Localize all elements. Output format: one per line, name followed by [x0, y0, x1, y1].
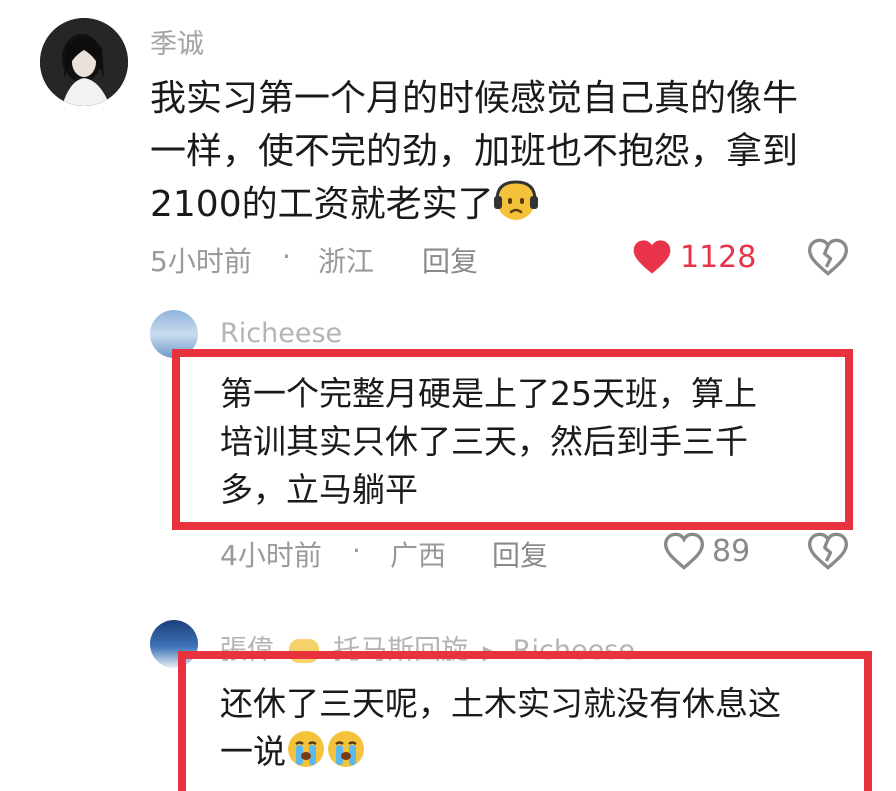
comment-line: 第一个完整月硬是上了25天班，算上 [220, 374, 757, 413]
comment-line-text: 一说 [220, 732, 286, 771]
comment-time: 4小时前 [220, 539, 322, 572]
loudly-crying-face-emoji-icon [286, 729, 326, 782]
sulking-face-emoji-icon [493, 178, 538, 237]
comment-body: 还休了三天呢，土木实习就没有休息这 一说 [220, 680, 781, 782]
meta-separator: · [282, 240, 291, 273]
comment-time: 5小时前 [150, 245, 252, 278]
meta-separator: · [352, 534, 361, 567]
loudly-crying-face-emoji-icon [326, 729, 366, 782]
comment-location: 浙江 [318, 245, 375, 278]
comment-line: 2100的工资就老实了 [150, 178, 798, 237]
comment-author[interactable]: Richeese [220, 318, 342, 349]
comment-location: 广西 [390, 539, 447, 572]
comment-line: 多，立马躺平 [220, 470, 418, 509]
comment-line-text: 2100的工资就老实了 [150, 184, 494, 225]
comment-line: 我实习第一个月的时候感觉自己真的像牛 [150, 78, 799, 119]
comment-body: 我实习第一个月的时候感觉自己真的像牛 一样，使不完的劲，加班也不抱怨，拿到 21… [150, 72, 798, 237]
dislike-broken-heart-icon[interactable] [807, 238, 849, 280]
comment-body: 第一个完整月硬是上了25天班，算上 培训其实只休了三天，然后到手三千 多，立马躺… [220, 370, 757, 514]
reply-button[interactable]: 回复 [492, 534, 548, 574]
comment-author[interactable]: 季诚 [150, 22, 204, 61]
avatar[interactable] [40, 18, 128, 106]
comment-line: 一说 [220, 728, 781, 782]
comment-line: 培训其实只休了三天，然后到手三千 [220, 422, 748, 461]
like-count: 1128 [680, 240, 757, 275]
like-heart-icon[interactable] [632, 238, 676, 278]
like-count: 89 [712, 534, 751, 569]
like-heart-icon[interactable] [663, 532, 705, 574]
reply-button[interactable]: 回复 [422, 240, 478, 280]
dislike-broken-heart-icon[interactable] [807, 532, 849, 574]
comment-line: 一样，使不完的劲，加班也不抱怨，拿到 [150, 131, 799, 172]
comment-line: 还休了三天呢，土木实习就没有休息这 [220, 684, 781, 723]
